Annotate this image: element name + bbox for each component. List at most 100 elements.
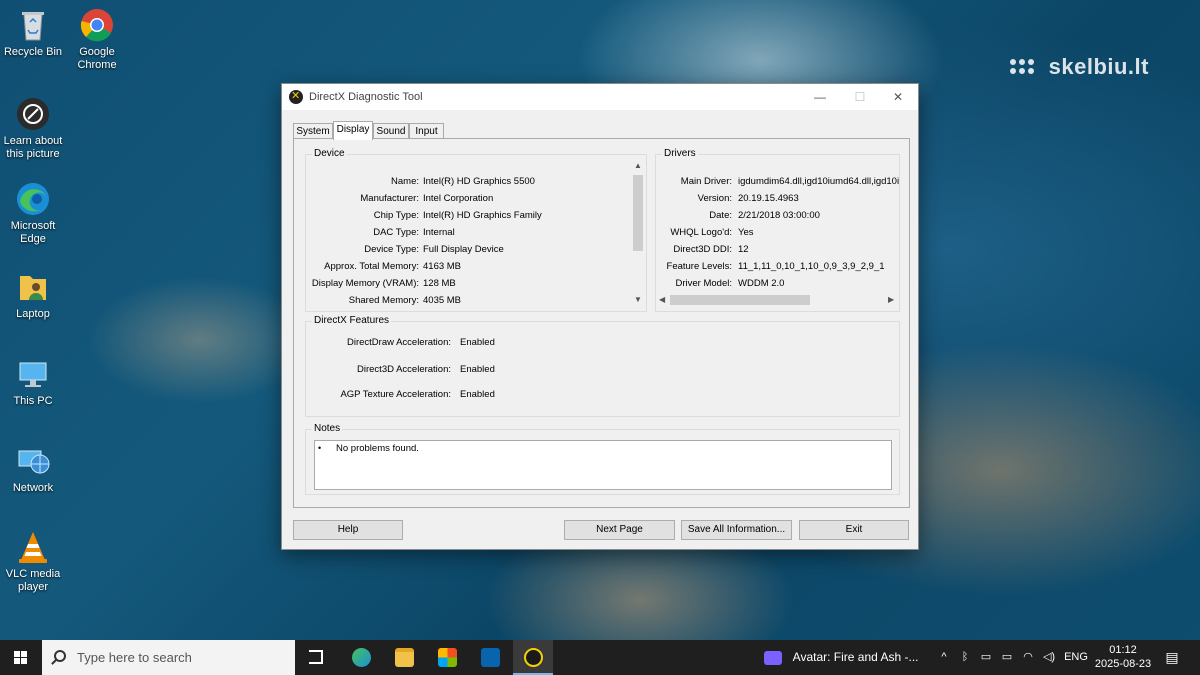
device-list[interactable]: Name: Intel(R) HD Graphics 5500 Manufactu…: [306, 155, 631, 311]
drivers-list[interactable]: Main Driver: igdumdim64.dll,igd10iumd64.d…: [656, 155, 899, 293]
device-row-key: Name:: [391, 176, 419, 187]
minimize-button[interactable]: —: [800, 84, 840, 110]
taskbar-store[interactable]: [427, 640, 467, 675]
edge-icon: [352, 648, 371, 667]
media-play-icon: [764, 650, 782, 665]
close-button[interactable]: ✕: [878, 84, 918, 110]
tab-input[interactable]: Input: [409, 123, 444, 139]
desktop-icon-label: Google Chrome: [77, 46, 117, 71]
tab-system[interactable]: System: [293, 123, 333, 139]
media-widget[interactable]: Avatar: Fire and Ash -...: [764, 640, 919, 675]
driver-row-value: 2/21/2018 03:00:00: [738, 210, 820, 221]
notes-textbox[interactable]: • No problems found.: [314, 440, 892, 490]
feature-row-key: AGP Texture Acceleration:: [340, 389, 451, 400]
driver-row-value: igdumdim64.dll,igd10iumd64.dll,igd10iu: [738, 176, 899, 187]
desktop-icon-learn-about-picture[interactable]: Learn about this picture: [2, 97, 64, 161]
desktop-icon-vlc[interactable]: VLC media player: [2, 530, 64, 594]
desktop-icon-label: Learn about this picture: [3, 135, 63, 160]
scroll-left-icon[interactable]: ◀: [659, 295, 665, 304]
directx-features-label: DirectX Features: [312, 315, 392, 326]
task-view-button[interactable]: [296, 640, 336, 675]
taskbar-clock[interactable]: 01:12 2025-08-23: [1092, 643, 1154, 671]
scrollbar-thumb[interactable]: [670, 295, 810, 305]
input-language-indicator[interactable]: ENG: [1062, 640, 1090, 675]
desktop-icon-network[interactable]: Network: [2, 444, 64, 495]
bluetooth-icon[interactable]: ᛒ: [956, 640, 974, 675]
device-group: Device Name: Intel(R) HD Graphics 5500 Ma…: [305, 148, 647, 312]
driver-row-key: Feature Levels:: [666, 261, 732, 272]
notifications-icon[interactable]: ▤: [1160, 640, 1184, 675]
notes-text: No problems found.: [336, 443, 419, 454]
driver-row-value: 20.19.15.4963: [738, 193, 799, 204]
start-button[interactable]: [0, 640, 42, 675]
desktop-icon-label: This PC: [13, 395, 53, 407]
desktop-icon-this-pc[interactable]: This PC: [2, 357, 64, 408]
watermark-logo-icon: [1008, 57, 1042, 79]
device-row-key: Device Type:: [364, 244, 419, 255]
notes-bullet: •: [318, 443, 322, 453]
scroll-down-icon[interactable]: ▼: [634, 295, 642, 304]
feature-row-value: Enabled: [460, 389, 495, 400]
taskbar-dxdiag[interactable]: [513, 640, 553, 675]
clock-time: 01:12: [1109, 644, 1137, 656]
device-row-key: Shared Memory:: [348, 295, 419, 306]
scroll-right-icon[interactable]: ▶: [888, 295, 894, 304]
feature-row-value: Enabled: [460, 364, 495, 375]
device-vertical-scrollbar[interactable]: ▲ ▼: [631, 161, 645, 306]
drivers-horizontal-scrollbar[interactable]: ◀ ▶: [656, 293, 899, 307]
wifi-icon[interactable]: ◠: [1019, 640, 1037, 675]
volume-icon[interactable]: ◁): [1040, 640, 1058, 675]
scrollbar-thumb[interactable]: [633, 175, 643, 251]
dxdiag-window: DirectX Diagnostic Tool — ☐ ✕ System Dis…: [281, 83, 919, 550]
driver-row-key: WHQL Logo'd:: [670, 227, 732, 238]
tab-display[interactable]: Display: [333, 121, 373, 140]
desktop-icon-recycle-bin[interactable]: Recycle Bin: [2, 8, 64, 59]
device-row-value: Internal: [423, 227, 455, 238]
next-page-button[interactable]: Next Page: [564, 520, 675, 540]
taskbar-search-box[interactable]: Type here to search: [42, 640, 295, 675]
edge-icon: [16, 182, 50, 216]
taskbar-edge[interactable]: [341, 640, 381, 675]
help-button[interactable]: Help: [293, 520, 403, 540]
notes-group: Notes • No problems found.: [305, 423, 900, 495]
show-hidden-icons-button[interactable]: ^: [936, 640, 952, 675]
search-placeholder: Type here to search: [77, 650, 192, 665]
taskbar-file-explorer[interactable]: [384, 640, 424, 675]
save-all-information-button[interactable]: Save All Information...: [681, 520, 792, 540]
desktop-icon-label: VLC media player: [5, 568, 61, 593]
clock-date: 2025-08-23: [1094, 658, 1152, 670]
desktop-icon-label: Recycle Bin: [3, 46, 63, 58]
desktop-icon-label: Microsoft Edge: [10, 220, 56, 245]
taskbar-outlook[interactable]: [470, 640, 510, 675]
tab-sound[interactable]: Sound: [373, 123, 409, 139]
desktop-icon-label: Network: [12, 482, 54, 494]
notes-group-label: Notes: [312, 423, 343, 434]
scroll-up-icon[interactable]: ▲: [634, 161, 642, 170]
driver-row-value: Yes: [738, 227, 754, 238]
outlook-icon: [481, 648, 500, 667]
exit-button[interactable]: Exit: [799, 520, 909, 540]
device-row-key: Display Memory (VRAM):: [311, 278, 419, 289]
driver-row-value: 12: [738, 244, 749, 255]
dxdiag-icon: [524, 648, 543, 667]
maximize-button[interactable]: ☐: [840, 84, 880, 110]
feature-row-key: Direct3D Acceleration:: [357, 364, 451, 375]
drivers-group: Drivers Main Driver: igdumdim64.dll,igd10…: [655, 148, 900, 312]
battery-icon[interactable]: ▭: [997, 640, 1017, 675]
driver-row-value: 11_1,11_0,10_1,10_0,9_3,9_2,9_1: [738, 261, 885, 272]
search-icon: [54, 650, 66, 662]
device-row-value: Intel Corporation: [423, 193, 494, 204]
task-view-icon: [309, 650, 323, 664]
title-bar[interactable]: DirectX Diagnostic Tool — ☐ ✕: [282, 84, 918, 110]
device-row-value: 4035 MB: [423, 295, 462, 306]
desktop-icon-edge[interactable]: Microsoft Edge: [2, 182, 64, 246]
meet-now-icon[interactable]: ▭: [977, 640, 995, 675]
driver-row-key: Direct3D DDI:: [673, 244, 732, 255]
display-tab-panel: Device Name: Intel(R) HD Graphics 5500 Ma…: [293, 138, 910, 508]
feature-row-key: DirectDraw Acceleration:: [346, 337, 451, 348]
desktop-icon-chrome[interactable]: Google Chrome: [66, 8, 128, 72]
desktop-icon-label: Laptop: [16, 308, 50, 320]
device-row-value: Intel(R) HD Graphics Family: [423, 210, 542, 221]
desktop-icon-laptop[interactable]: Laptop: [2, 270, 64, 321]
recycle-bin-icon: [16, 8, 50, 42]
